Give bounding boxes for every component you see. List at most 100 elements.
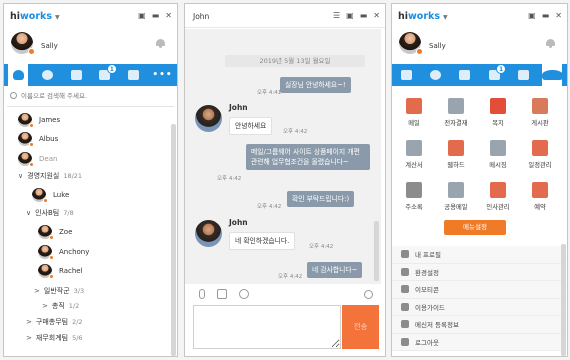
scrollbar[interactable] <box>374 221 379 281</box>
tree-label: Anchony <box>59 248 90 256</box>
app-menu-item[interactable]: 메일 <box>393 98 435 127</box>
settings-link[interactable]: 메신저 등록정보 <box>392 316 561 334</box>
tree-label: 구매총무팀 <box>35 318 69 326</box>
tree-person[interactable]: Rachel <box>38 264 83 279</box>
app-menu-label: 공용메일 <box>444 204 468 211</box>
menu-icon[interactable]: ☰ <box>333 11 340 20</box>
status-dot <box>29 123 34 128</box>
app-menu-item[interactable]: 공용메일 <box>435 182 477 211</box>
minimize-icon[interactable]: ▬ <box>360 11 368 20</box>
tab-chat[interactable] <box>426 64 446 86</box>
app-menu-item[interactable]: 목지 <box>477 98 519 127</box>
emoticon-icon[interactable] <box>239 289 249 299</box>
scrollbar[interactable] <box>171 124 176 356</box>
bell-icon[interactable] <box>546 38 555 48</box>
restore-icon[interactable]: ▣ <box>528 11 536 20</box>
close-icon[interactable]: ✕ <box>555 11 562 20</box>
status-dot <box>29 142 34 147</box>
app-icon <box>532 182 548 198</box>
avatar[interactable] <box>399 32 423 55</box>
message-input[interactable] <box>193 305 341 349</box>
tab-board[interactable] <box>66 64 86 86</box>
app-menu-item[interactable]: 전자결재 <box>435 98 477 127</box>
tab-chat[interactable] <box>37 64 57 86</box>
crop-icon[interactable] <box>217 289 227 299</box>
tree-label: Zoe <box>59 228 73 236</box>
status-dot <box>49 274 54 279</box>
minimize-icon[interactable]: ▬ <box>152 11 160 20</box>
attach-icon[interactable] <box>199 289 205 299</box>
app-menu-item[interactable]: 게시판 <box>519 98 561 127</box>
menu-settings-button[interactable]: 메뉴설정 <box>444 220 506 235</box>
search-input[interactable] <box>21 89 161 103</box>
scrollbar[interactable] <box>561 244 566 356</box>
bell-icon[interactable] <box>156 38 165 48</box>
settings-link[interactable]: 내 프로필 <box>392 246 561 264</box>
member-count: 18/21 <box>63 172 83 180</box>
tree-label: 총직 <box>51 302 65 310</box>
tab-apps[interactable] <box>124 64 144 86</box>
tree-person[interactable]: Dean <box>18 152 57 167</box>
sender-avatar[interactable] <box>195 220 222 247</box>
avatar <box>38 245 54 260</box>
tree-person[interactable]: James <box>18 113 61 128</box>
tab-organization[interactable] <box>397 64 417 86</box>
tree-group[interactable]: ∨ 인사B팀 7/8 <box>26 208 74 218</box>
tree-group[interactable]: > 총직 1/2 <box>42 301 79 311</box>
tree-person[interactable]: Albus <box>18 132 59 147</box>
tab-notice[interactable]: 1 <box>95 64 117 86</box>
tree-group[interactable]: > 구매총무팀 2/2 <box>26 317 83 327</box>
app-menu-label: 전자결재 <box>444 120 468 127</box>
app-menu-label: 게시판 <box>531 120 549 127</box>
hiworks-logo[interactable]: hiworks ▼ <box>398 11 448 22</box>
app-menu-item[interactable]: 주소록 <box>393 182 435 211</box>
app-menu-item[interactable]: 메시징 <box>477 140 519 169</box>
message-time: 오후 4:42 <box>283 129 308 135</box>
tree-person[interactable]: Luke <box>32 188 69 203</box>
tab-more[interactable]: ••• <box>152 64 173 86</box>
app-menu-item[interactable]: 예약 <box>519 182 561 211</box>
tree-label: Rachel <box>59 267 83 275</box>
tab-notice[interactable]: 1 <box>484 64 507 86</box>
tree-group[interactable]: ∨ 경영지원실 18/21 <box>18 171 82 181</box>
restore-icon[interactable]: ▣ <box>138 11 146 20</box>
tab-board[interactable] <box>455 64 475 86</box>
app-menu-item[interactable]: 계산서 <box>393 140 435 169</box>
app-menu-label: 메일 <box>408 120 420 127</box>
avatar[interactable] <box>11 32 35 55</box>
app-menu-label: 인사관리 <box>486 204 510 211</box>
app-menu-item[interactable]: 인사관리 <box>477 182 519 211</box>
status-dot <box>29 162 34 167</box>
tree-person[interactable]: Anchony <box>38 245 90 260</box>
tree-label: James <box>39 116 61 124</box>
tree-label: 경영지원실 <box>27 172 60 180</box>
settings-icon <box>401 337 409 346</box>
settings-link[interactable]: 이모티콘 <box>392 281 561 299</box>
member-count: 7/8 <box>63 209 74 217</box>
settings-link[interactable]: 이용가이드 <box>392 298 561 316</box>
settings-link[interactable]: 로그아웃 <box>392 333 561 351</box>
person-icon <box>401 70 413 80</box>
title-bar: hiworks ▼ ▣ ▬ ✕ <box>4 4 177 28</box>
hiworks-logo[interactable]: hiworks ▼ <box>10 11 60 22</box>
tree-group[interactable]: > 일반작군 3/3 <box>34 286 84 296</box>
tree-person[interactable]: Zoe <box>38 225 73 240</box>
settings-link[interactable]: 환경설정 <box>392 263 561 281</box>
send-button[interactable]: 전송 <box>342 305 379 349</box>
app-menu-item[interactable]: 일정관리 <box>519 140 561 169</box>
tab-more[interactable]: ••• <box>542 64 563 86</box>
app-menu-item[interactable]: 웹하드 <box>435 140 477 169</box>
message-list: 2019년 5월 13일 월요일 오후 4:41 실장님 안녕하세요~! Joh… <box>185 29 381 284</box>
tree-group[interactable]: > 재무회계팀 5/6 <box>26 333 83 343</box>
app-icon <box>406 98 422 114</box>
close-icon[interactable]: ✕ <box>373 11 380 20</box>
tree-label: Albus <box>39 135 59 143</box>
minimize-icon[interactable]: ▬ <box>542 11 550 20</box>
search-icon[interactable] <box>364 289 373 299</box>
message-time: 오후 4:42 <box>278 274 303 280</box>
tab-apps[interactable] <box>513 64 533 86</box>
restore-icon[interactable]: ▣ <box>346 11 354 20</box>
tab-organization[interactable] <box>8 64 29 86</box>
close-icon[interactable]: ✕ <box>165 11 172 20</box>
sender-avatar[interactable] <box>195 105 222 132</box>
